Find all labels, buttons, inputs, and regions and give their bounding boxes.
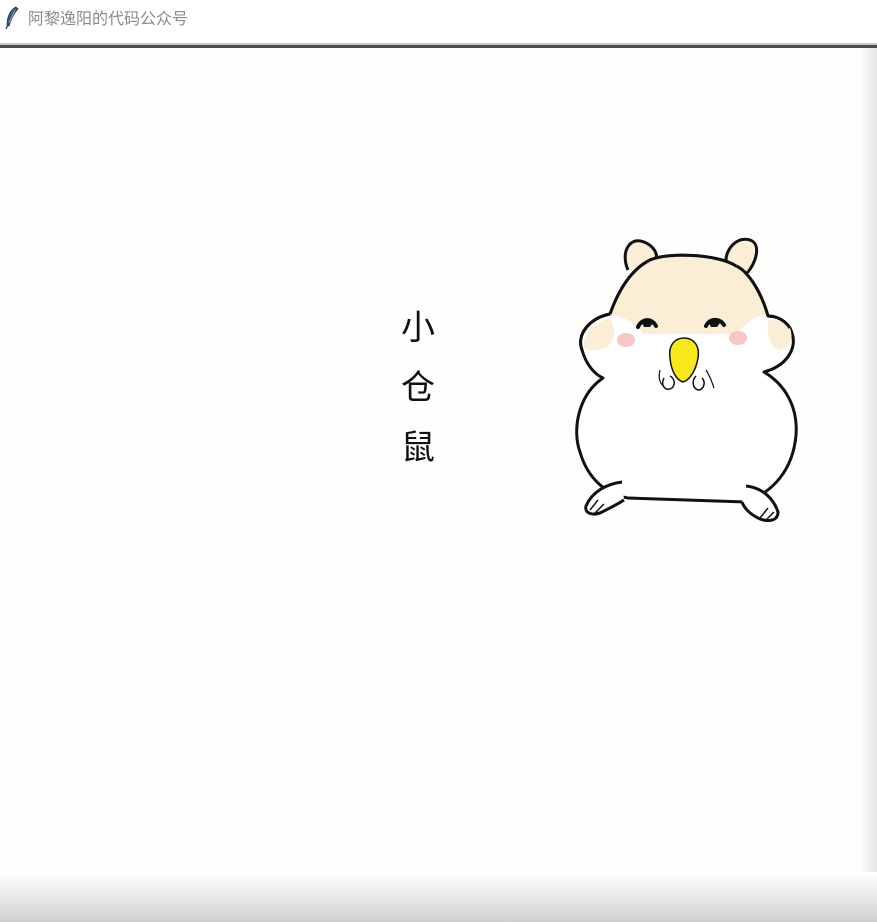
- title-char-2: 仓: [401, 368, 435, 408]
- title-bar[interactable]: 阿黎逸阳的代码公众号: [0, 0, 877, 45]
- hamster-illustration: [575, 237, 798, 522]
- window-right-edge: [862, 48, 877, 922]
- window-title: 阿黎逸阳的代码公众号: [28, 9, 189, 28]
- feather-icon: [5, 6, 19, 30]
- title-char-1: 小: [401, 308, 435, 348]
- window-bottom-edge: [0, 872, 877, 922]
- title-char-3: 鼠: [401, 428, 435, 468]
- vertical-title: 小 仓 鼠: [395, 298, 441, 478]
- app-window: 阿黎逸阳的代码公众号 小 仓 鼠: [0, 0, 877, 922]
